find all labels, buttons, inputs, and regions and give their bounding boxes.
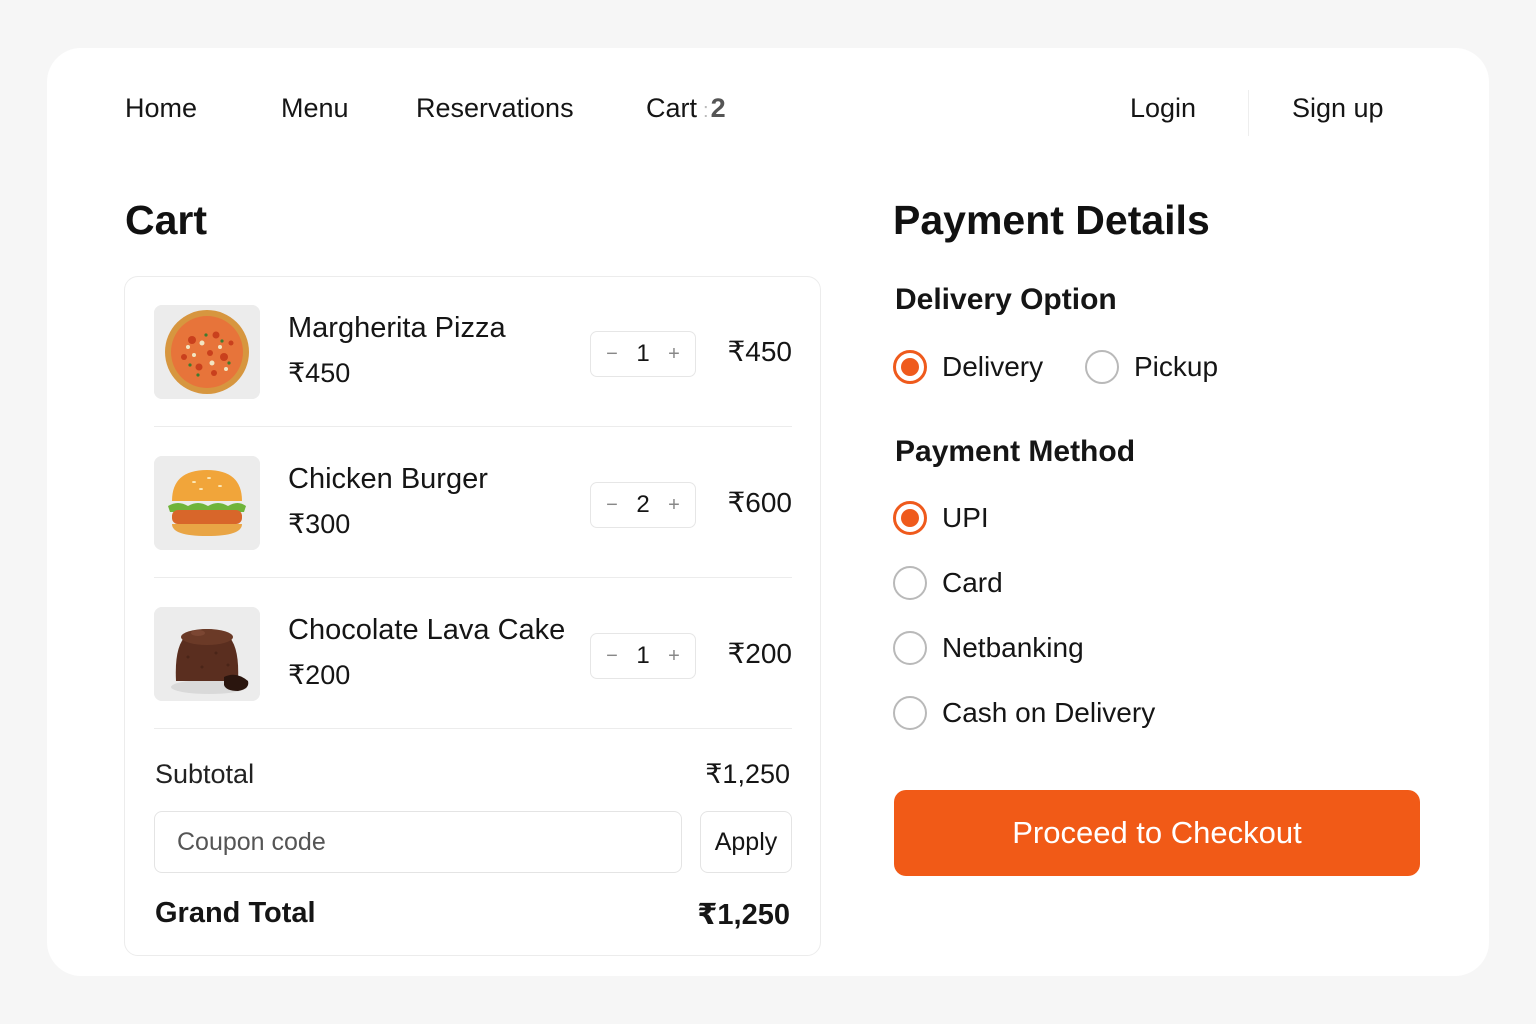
coupon-code-input[interactable] (154, 811, 682, 873)
payment-method-heading: Payment Method (895, 435, 1136, 468)
item-unit-price: ₹450 (288, 358, 351, 388)
cart-item-row: Margherita Pizza ₹450 − 1 + ₹450 (154, 277, 792, 427)
delivery-radio[interactable]: Delivery (893, 350, 1043, 384)
item-line-total: ₹200 (727, 638, 792, 669)
radio-selected-icon (893, 350, 927, 384)
item-unit-price: ₹200 (288, 660, 351, 690)
radio-selected-icon (893, 501, 927, 535)
quantity-value: 2 (636, 491, 650, 518)
nav-cart-label: Cart (646, 93, 698, 123)
quantity-stepper: − 1 + (590, 633, 696, 679)
quantity-value: 1 (636, 340, 650, 367)
proceed-to-checkout-button[interactable]: Proceed to Checkout (894, 790, 1420, 876)
radio-unselected-icon (893, 566, 927, 600)
cart-count-badge: :2 (703, 93, 726, 123)
cart-item-row: Chicken Burger ₹300 − 2 + ₹600 (154, 428, 792, 578)
payment-title: Payment Details (893, 197, 1210, 243)
radio-unselected-icon (1085, 350, 1119, 384)
cash-on-delivery-radio[interactable]: Cash on Delivery (893, 696, 1155, 730)
upi-radio-label: UPI (942, 502, 989, 533)
nav-divider (1248, 90, 1249, 136)
cart-title: Cart (125, 197, 208, 243)
quantity-stepper: − 2 + (590, 482, 696, 528)
grand-total-value: ₹1,250 (697, 899, 790, 931)
cart-panel: Margherita Pizza ₹450 − 1 + ₹450 Chicken… (124, 276, 821, 956)
decrement-button[interactable]: − (601, 646, 623, 666)
row-divider (154, 728, 792, 729)
card-radio[interactable]: Card (893, 566, 1003, 600)
upi-radio[interactable]: UPI (893, 501, 989, 535)
radio-unselected-icon (893, 696, 927, 730)
radio-unselected-icon (893, 631, 927, 665)
decrement-button[interactable]: − (601, 495, 623, 515)
delivery-option-heading: Delivery Option (895, 283, 1117, 316)
grand-total-label: Grand Total (155, 897, 316, 929)
cart-item-row: Chocolate Lava Cake ₹200 − 1 + ₹200 (154, 579, 792, 729)
card-radio-label: Card (942, 567, 1003, 598)
subtotal-label: Subtotal (155, 759, 255, 789)
quantity-stepper: − 1 + (590, 331, 696, 377)
cart-count: 2 (710, 93, 726, 123)
item-name: Chocolate Lava Cake (288, 614, 566, 646)
increment-button[interactable]: + (663, 344, 685, 364)
item-unit-price: ₹300 (288, 509, 351, 539)
burger-image (154, 456, 260, 550)
apply-coupon-button[interactable]: Apply (700, 811, 792, 873)
pickup-radio[interactable]: Pickup (1085, 350, 1218, 384)
netbanking-radio-label: Netbanking (942, 632, 1084, 663)
signup-link[interactable]: Sign up (1292, 92, 1384, 124)
item-line-total: ₹600 (727, 487, 792, 518)
decrement-button[interactable]: − (601, 344, 623, 364)
netbanking-radio[interactable]: Netbanking (893, 631, 1084, 665)
nav-reservations-link[interactable]: Reservations (416, 92, 574, 124)
item-line-total: ₹450 (727, 336, 792, 367)
item-name: Margherita Pizza (288, 312, 506, 344)
pickup-radio-label: Pickup (1134, 351, 1219, 382)
nav-home-link[interactable]: Home (125, 92, 197, 124)
item-name: Chicken Burger (288, 463, 488, 495)
quantity-value: 1 (636, 642, 650, 669)
nav-menu-link[interactable]: Menu (281, 92, 349, 124)
delivery-radio-label: Delivery (942, 351, 1044, 382)
pizza-image (154, 305, 260, 399)
increment-button[interactable]: + (663, 495, 685, 515)
lava-cake-image (154, 607, 260, 701)
cash-on-delivery-radio-label: Cash on Delivery (942, 697, 1156, 728)
login-link[interactable]: Login (1130, 92, 1196, 124)
row-divider (154, 577, 792, 578)
subtotal-value: ₹1,250 (705, 759, 790, 789)
increment-button[interactable]: + (663, 646, 685, 666)
nav-cart-link[interactable]: Cart:2 (646, 92, 726, 127)
row-divider (154, 426, 792, 427)
